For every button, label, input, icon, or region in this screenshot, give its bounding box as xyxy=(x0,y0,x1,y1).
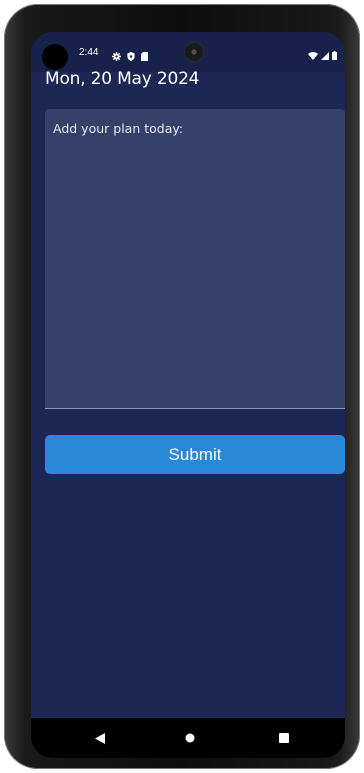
shield-icon xyxy=(127,46,135,65)
wifi-icon xyxy=(308,45,318,64)
screen: 2:44 Mon, 20 May 2024 Add your plan toda… xyxy=(31,32,345,758)
plan-input-container[interactable] xyxy=(45,109,345,409)
status-bar: 2:44 xyxy=(31,32,345,72)
back-icon[interactable] xyxy=(80,718,120,758)
gear-icon xyxy=(112,46,121,65)
sim-card-icon xyxy=(141,46,148,65)
status-system-icons xyxy=(308,45,337,64)
punch-hole-camera xyxy=(42,44,68,70)
submit-button[interactable]: Submit xyxy=(45,435,345,474)
front-camera xyxy=(184,42,204,62)
battery-icon xyxy=(332,45,337,64)
recents-icon[interactable] xyxy=(264,718,304,758)
status-time: 2:44 xyxy=(79,47,99,58)
status-notification-icons xyxy=(112,46,148,65)
signal-icon xyxy=(321,45,329,64)
navigation-bar xyxy=(31,718,345,758)
home-icon[interactable] xyxy=(170,718,210,758)
phone-frame: 2:44 Mon, 20 May 2024 Add your plan toda… xyxy=(4,4,360,769)
date-title: Mon, 20 May 2024 xyxy=(45,69,200,89)
plan-input[interactable] xyxy=(45,109,345,408)
